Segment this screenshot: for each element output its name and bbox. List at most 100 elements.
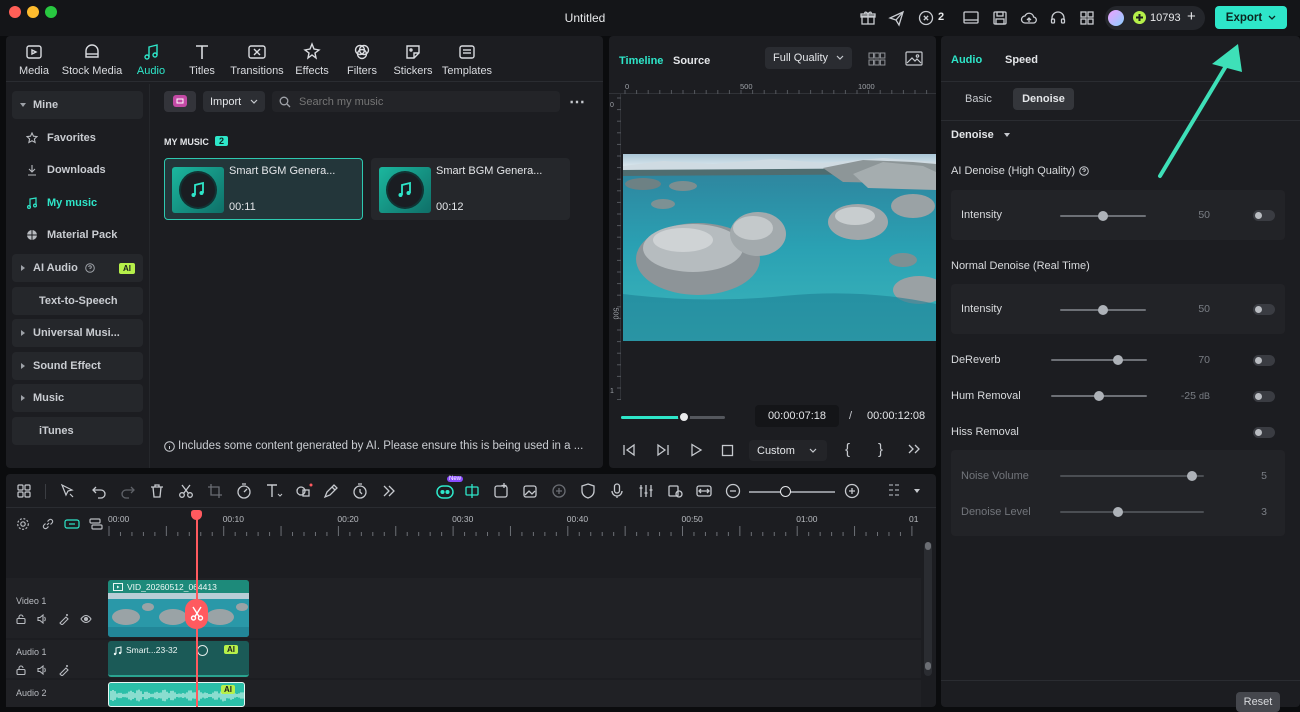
music-card[interactable]: Smart BGM Genera... 00:11 xyxy=(164,158,363,220)
video-clip[interactable]: VID_20260512_064413 xyxy=(108,580,249,637)
volume-icon[interactable] xyxy=(36,613,48,625)
ai-denoise-toggle[interactable] xyxy=(1253,210,1275,221)
track-manager-icon[interactable] xyxy=(88,517,104,531)
shape-tool-icon[interactable] xyxy=(294,482,314,502)
lock-icon[interactable] xyxy=(15,664,27,676)
search-bar[interactable] xyxy=(272,91,560,112)
tab-filters[interactable]: Filters xyxy=(334,42,390,77)
more-options-icon[interactable]: ⋯ xyxy=(569,92,586,112)
slider-handle[interactable] xyxy=(1098,305,1108,315)
image-edit-icon[interactable] xyxy=(521,482,541,502)
tab-audio-props[interactable]: Audio xyxy=(951,54,982,66)
current-time[interactable]: 00:00:07:18 xyxy=(755,405,839,427)
account-credits[interactable]: 10793 + xyxy=(1105,6,1205,30)
sidebar-item-music[interactable]: Music xyxy=(12,384,143,412)
timer-icon[interactable] xyxy=(351,482,371,502)
save-icon[interactable] xyxy=(991,9,1009,27)
import-button[interactable]: Import xyxy=(203,91,265,112)
hiss-removal-toggle[interactable] xyxy=(1253,427,1275,438)
track-height-icon[interactable] xyxy=(887,482,907,502)
speed-icon[interactable] xyxy=(235,482,255,502)
audio-clip-2[interactable]: AI xyxy=(108,682,245,707)
mark-in-icon[interactable]: { xyxy=(845,441,850,458)
scrollbar-thumb-end[interactable] xyxy=(925,662,931,670)
stabilize-icon[interactable] xyxy=(550,482,570,502)
reset-button[interactable]: Reset xyxy=(1236,692,1280,712)
add-media-icon[interactable] xyxy=(492,482,512,502)
tab-timeline-preview[interactable]: Timeline xyxy=(619,55,663,67)
pen-tool-icon[interactable] xyxy=(322,482,342,502)
play-icon[interactable] xyxy=(689,443,703,457)
add-credits-icon[interactable]: + xyxy=(1187,8,1196,25)
zoom-out-icon[interactable] xyxy=(724,482,744,502)
sidebar-item-text-to-speech[interactable]: Text-to-Speech xyxy=(12,287,143,315)
slider-handle[interactable] xyxy=(1187,471,1198,481)
sidebar-item-universal-music[interactable]: Universal Musi... xyxy=(12,319,143,347)
redo-icon[interactable] xyxy=(119,482,139,502)
sidebar-item-ai-audio[interactable]: AI Audio AI xyxy=(12,254,143,282)
tab-transitions[interactable]: Transitions xyxy=(227,42,287,77)
sidebar-item-favorites[interactable]: Favorites xyxy=(12,124,143,152)
headset-icon[interactable] xyxy=(1049,9,1067,27)
zoom-slider-handle[interactable] xyxy=(780,486,791,497)
zoom-dropdown[interactable]: Custom xyxy=(749,440,827,461)
video-preview-frame[interactable] xyxy=(623,154,936,341)
sidebar-item-mine[interactable]: Mine xyxy=(12,91,143,119)
hum-removal-toggle[interactable] xyxy=(1253,391,1275,402)
next-frame-icon[interactable] xyxy=(655,443,671,457)
select-tool-icon[interactable] xyxy=(58,482,78,502)
quality-dropdown[interactable]: Full Quality xyxy=(765,47,852,69)
subtab-denoise[interactable]: Denoise xyxy=(1013,88,1074,110)
slider-handle[interactable] xyxy=(1113,355,1124,365)
auto-fix-icon[interactable] xyxy=(58,613,70,625)
cloud-upload-icon[interactable] xyxy=(1020,9,1038,27)
sidebar-item-material-pack[interactable]: Material Pack xyxy=(12,221,143,249)
undo-icon[interactable] xyxy=(90,482,110,502)
denoise-section-header[interactable]: Denoise xyxy=(951,129,1010,141)
tab-audio[interactable]: Audio xyxy=(123,42,179,77)
grid-view-icon[interactable] xyxy=(868,52,886,66)
slider-handle[interactable] xyxy=(1094,391,1104,401)
crop-icon[interactable] xyxy=(206,482,226,502)
dereverb-slider[interactable] xyxy=(1051,355,1147,365)
sidebar-item-my-music[interactable]: My music xyxy=(12,189,143,217)
export-button[interactable]: Export xyxy=(1215,6,1287,29)
noise-volume-slider[interactable] xyxy=(1060,471,1204,481)
tab-media[interactable]: Media xyxy=(6,42,62,77)
scrollbar-thumb[interactable] xyxy=(925,542,931,550)
caret-down-icon[interactable] xyxy=(914,489,920,494)
normal-denoise-toggle[interactable] xyxy=(1253,304,1275,315)
ai-music-button[interactable] xyxy=(164,91,196,112)
chat-icon[interactable] xyxy=(917,9,935,27)
link-icon[interactable] xyxy=(41,517,55,531)
dereverb-toggle[interactable] xyxy=(1253,355,1275,366)
tab-effects[interactable]: Effects xyxy=(284,42,340,77)
slider-handle[interactable] xyxy=(1112,507,1123,517)
auto-fix-icon[interactable] xyxy=(58,664,70,676)
split-audio-icon[interactable] xyxy=(463,482,483,502)
subtab-basic[interactable]: Basic xyxy=(965,93,992,105)
previous-frame-icon[interactable] xyxy=(621,443,637,457)
normal-intensity-slider[interactable] xyxy=(1060,305,1146,315)
stop-icon[interactable] xyxy=(721,444,734,457)
denoise-level-slider[interactable] xyxy=(1060,507,1204,517)
replace-icon[interactable] xyxy=(666,482,686,502)
volume-icon[interactable] xyxy=(36,664,48,676)
slider-handle[interactable] xyxy=(1098,211,1108,221)
more-tools-icon[interactable] xyxy=(380,482,400,502)
microphone-icon[interactable] xyxy=(608,482,628,502)
snapshot-icon[interactable] xyxy=(905,51,923,67)
gift-icon[interactable] xyxy=(859,9,877,27)
audio-clip[interactable]: Smart...23-32 AI xyxy=(108,641,249,677)
text-tool-icon[interactable] xyxy=(264,482,284,502)
music-card[interactable]: Smart BGM Genera... 00:12 xyxy=(371,158,570,220)
monitor-icon[interactable] xyxy=(962,9,980,27)
sidebar-item-sound-effect[interactable]: Sound Effect xyxy=(12,352,143,380)
delete-icon[interactable] xyxy=(148,482,168,502)
zoom-in-icon[interactable] xyxy=(843,482,863,502)
grid-apps-icon[interactable] xyxy=(1078,9,1096,27)
fit-icon[interactable] xyxy=(695,482,715,502)
send-icon[interactable] xyxy=(888,9,906,27)
playback-progress-bar[interactable] xyxy=(621,411,725,423)
zoom-slider[interactable] xyxy=(749,486,835,497)
